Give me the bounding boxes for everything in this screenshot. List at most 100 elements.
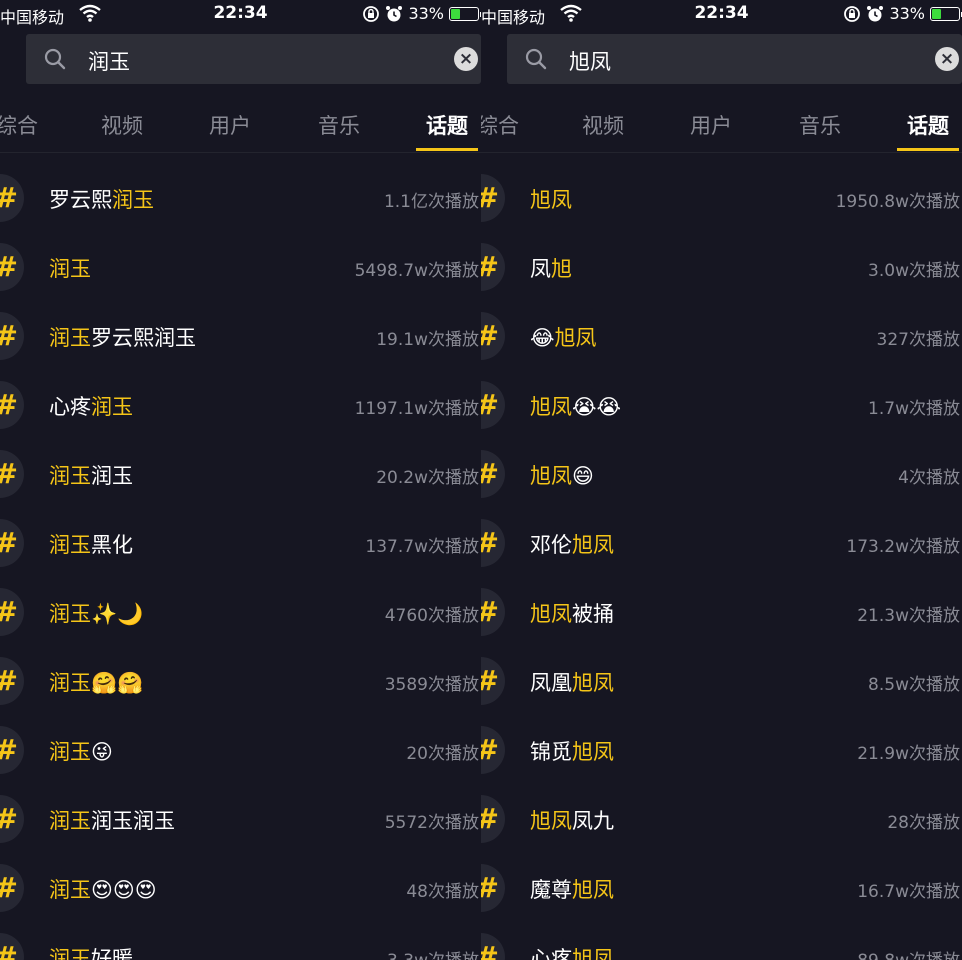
topic-name-part: 旭凤 [572, 740, 614, 764]
play-count: 3.0w次播放 [868, 261, 960, 281]
tab-4[interactable]: 话题 [426, 110, 468, 140]
topic-name-part: 润玉 [49, 602, 91, 626]
hashtag-icon: # [481, 243, 505, 291]
tab-0[interactable]: 综合 [0, 110, 38, 140]
search-input[interactable]: 润玉 × [26, 34, 481, 84]
topic-name: 凤凰旭凤 [530, 667, 614, 697]
topic-name-part: ✨🌙 [91, 602, 144, 626]
tab-bar: 综合 视频 用户 音乐 话题 [481, 96, 962, 153]
topic-row[interactable]: # 锦觅旭凤 21.9w次播放 [481, 716, 962, 785]
topic-name-part: 润玉 [49, 464, 91, 488]
topic-row[interactable]: # 润玉✨🌙 4760次播放 [0, 578, 481, 647]
topic-row[interactable]: # 凤旭 3.0w次播放 [481, 233, 962, 302]
topic-name-part: 邓伦 [530, 533, 572, 557]
topic-row[interactable]: # 邓伦旭凤 173.2w次播放 [481, 509, 962, 578]
topic-row[interactable]: # 润玉🤗🤗 3589次播放 [0, 647, 481, 716]
topic-name-part: 旭 [551, 257, 572, 281]
topic-name-part: 心疼 [530, 947, 572, 960]
topic-name: 旭凤😄 [530, 460, 594, 490]
play-count: 21.9w次播放 [857, 744, 960, 764]
topic-name-part: 润玉 [49, 809, 91, 833]
topic-row[interactable]: # 润玉黑化 137.7w次播放 [0, 509, 481, 578]
hashtag-icon: # [481, 864, 505, 912]
tab-1[interactable]: 视频 [582, 110, 624, 140]
topic-row[interactable]: # 润玉😜 20次播放 [0, 716, 481, 785]
play-count: 89.8w次播放 [857, 946, 960, 960]
back-arrow-icon[interactable]: ‹ [481, 48, 483, 78]
topic-row[interactable]: # 魔尊旭凤 16.7w次播放 [481, 854, 962, 923]
tab-2[interactable]: 用户 [690, 110, 732, 140]
topic-row[interactable]: # 润玉好暖 3.3w次播放 [0, 923, 481, 960]
clear-icon[interactable]: × [454, 47, 478, 71]
topic-name-part: 旭凤 [554, 326, 597, 350]
hashtag-icon: # [481, 450, 505, 498]
topic-name: 润玉润玉 [49, 460, 133, 490]
topic-name-part: 魔尊 [530, 878, 572, 902]
topic-name: 旭凤凤九 [530, 805, 614, 835]
topic-name-part: 罗云熙 [49, 188, 112, 212]
topic-name: 润玉好暖 [49, 943, 133, 960]
topic-name-part: 旭凤 [572, 671, 614, 695]
topic-row[interactable]: # 润玉罗云熙润玉 19.1w次播放 [0, 302, 481, 371]
topic-name-part: 凤九 [572, 809, 614, 833]
topic-row[interactable]: # 润玉润玉 20.2w次播放 [0, 440, 481, 509]
back-arrow-icon[interactable]: ‹ [0, 48, 2, 78]
battery-icon [449, 6, 481, 21]
topic-name-part: 😭😭 [572, 395, 622, 419]
topic-row[interactable]: # 旭凤😭😭 1.7w次播放 [481, 371, 962, 440]
play-count: 1950.8w次播放 [835, 192, 960, 212]
search-input[interactable]: 旭凤 × [507, 34, 962, 84]
topic-name-part: 润玉润玉 [91, 809, 175, 833]
tab-4[interactable]: 话题 [907, 110, 949, 140]
topic-name: 润玉🤗🤗 [49, 667, 143, 697]
tab-1[interactable]: 视频 [101, 110, 143, 140]
play-count: 16.7w次播放 [857, 882, 960, 902]
topic-name-part: 润玉 [49, 326, 91, 350]
topic-row[interactable]: # 罗云熙润玉 1.1亿次播放 [0, 164, 481, 233]
topic-name-part: 旭凤 [572, 947, 614, 960]
alarm-icon [866, 5, 884, 23]
tab-3[interactable]: 音乐 [318, 110, 360, 140]
play-count: 5572次播放 [384, 813, 479, 833]
topic-row[interactable]: # 旭凤😄 4次播放 [481, 440, 962, 509]
topic-name: 旭凤 [530, 184, 572, 214]
search-panel-right: 中国移动22:3433%‹旭凤×综合视频用户音乐话题#旭凤1950.8w次播放#… [481, 0, 962, 960]
topic-name-part: 黑化 [91, 533, 133, 557]
topic-name-part: 😍😍😍 [91, 878, 157, 902]
topic-row[interactable]: # 润玉😍😍😍 48次播放 [0, 854, 481, 923]
topic-name-part: 凤凰 [530, 671, 572, 695]
hashtag-icon: # [0, 312, 24, 360]
topic-name: 罗云熙润玉 [49, 184, 154, 214]
hashtag-icon: # [481, 312, 505, 360]
play-count: 4760次播放 [384, 606, 479, 626]
topic-row[interactable]: # 旭凤被捅 21.3w次播放 [481, 578, 962, 647]
topic-row[interactable]: # 润玉 5498.7w次播放 [0, 233, 481, 302]
hashtag-icon: # [481, 657, 505, 705]
hashtag-icon: # [0, 933, 24, 960]
topic-name-part: 被捅 [572, 602, 614, 626]
play-count: 173.2w次播放 [846, 537, 960, 557]
topic-row[interactable]: # 😂旭凤 327次播放 [481, 302, 962, 371]
topic-name-part: 润玉 [91, 464, 133, 488]
topic-row[interactable]: # 心疼润玉 1197.1w次播放 [0, 371, 481, 440]
clear-icon[interactable]: × [935, 47, 959, 71]
topic-name: 润玉😜 [49, 736, 113, 766]
topic-name-part: 😂 [530, 326, 555, 350]
active-tab-indicator [416, 148, 478, 151]
tab-2[interactable]: 用户 [209, 110, 251, 140]
tab-0[interactable]: 综合 [481, 110, 519, 140]
topic-row[interactable]: # 润玉润玉润玉 5572次播放 [0, 785, 481, 854]
topic-row[interactable]: # 心疼旭凤 89.8w次播放 [481, 923, 962, 960]
play-count: 327次播放 [876, 330, 960, 350]
topic-name-part: 润玉 [49, 533, 91, 557]
search-query[interactable]: 旭凤 [569, 46, 611, 76]
hashtag-icon: # [481, 795, 505, 843]
topic-name: 润玉黑化 [49, 529, 133, 559]
topic-name: 心疼润玉 [49, 391, 133, 421]
topic-row[interactable]: # 旭凤 1950.8w次播放 [481, 164, 962, 233]
topic-row[interactable]: # 旭凤凤九 28次播放 [481, 785, 962, 854]
search-query[interactable]: 润玉 [88, 46, 130, 76]
topic-row[interactable]: # 凤凰旭凤 8.5w次播放 [481, 647, 962, 716]
hashtag-icon: # [481, 588, 505, 636]
tab-3[interactable]: 音乐 [799, 110, 841, 140]
